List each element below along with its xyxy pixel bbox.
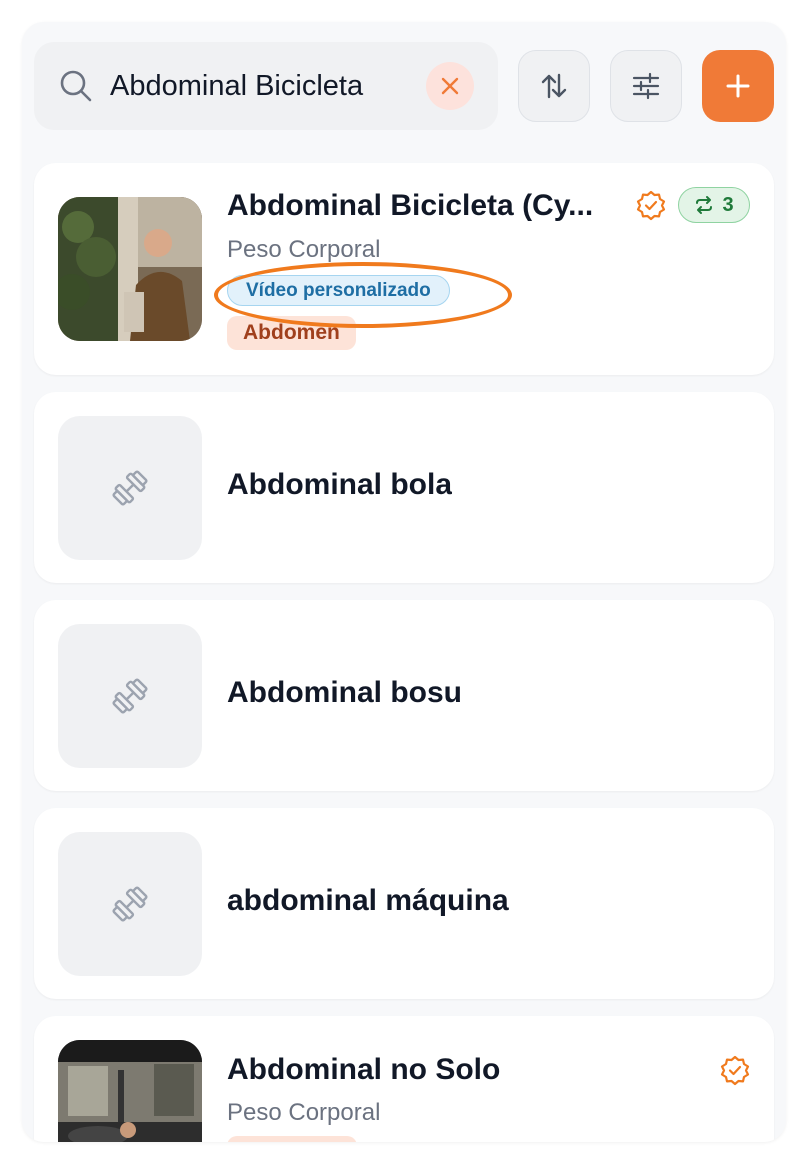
toolbar [22, 22, 786, 162]
exercise-thumbnail [58, 624, 202, 768]
search-bar[interactable] [34, 42, 498, 130]
exercise-thumbnail [58, 1040, 202, 1142]
muscle-tag [227, 1136, 357, 1142]
highlight-annotation [214, 262, 512, 328]
exercise-equipment: Peso Corporal [227, 1099, 381, 1126]
sliders-icon [632, 72, 660, 100]
repeat-count: 3 [722, 193, 734, 216]
repeat-count-badge: 3 [678, 187, 750, 223]
exercise-thumbnail [58, 416, 202, 560]
exercise-title: Abdominal bola [227, 468, 452, 501]
search-icon [60, 70, 92, 102]
exercise-card[interactable]: Abdominal no Solo Peso Corporal [34, 1016, 774, 1142]
repeat-icon [696, 196, 713, 214]
exercise-card[interactable]: Abdominal bola [34, 392, 774, 583]
exercise-card[interactable]: abdominal máquina [34, 808, 774, 999]
exercise-card[interactable]: Abdominal Bicicleta (Cy... 3 Peso Corpor… [34, 163, 774, 375]
exercise-title: Abdominal Bicicleta (Cy... [227, 189, 594, 222]
video-frame [58, 197, 202, 341]
sort-button[interactable] [518, 50, 590, 122]
verified-icon [636, 190, 666, 221]
exercise-thumbnail [58, 197, 202, 341]
verified-icon [720, 1055, 750, 1086]
exercise-thumbnail [58, 832, 202, 976]
gym-photo [58, 1040, 202, 1142]
dumbbell-icon [112, 886, 148, 922]
exercise-title: abdominal máquina [227, 884, 509, 917]
sort-arrows-icon [541, 73, 567, 99]
clear-search-button[interactable] [426, 62, 474, 110]
exercise-title: Abdominal bosu [227, 676, 462, 709]
close-icon [441, 77, 459, 95]
exercise-title: Abdominal no Solo [227, 1053, 501, 1086]
filter-button[interactable] [610, 50, 682, 122]
exercise-card[interactable]: Abdominal bosu [34, 600, 774, 791]
exercise-library-panel: Abdominal Bicicleta (Cy... 3 Peso Corpor… [22, 22, 786, 1142]
dumbbell-icon [112, 678, 148, 714]
exercise-equipment: Peso Corporal [227, 236, 381, 263]
plus-icon [726, 74, 750, 98]
search-input[interactable] [110, 64, 410, 108]
add-exercise-button[interactable] [702, 50, 774, 122]
dumbbell-icon [112, 470, 148, 506]
